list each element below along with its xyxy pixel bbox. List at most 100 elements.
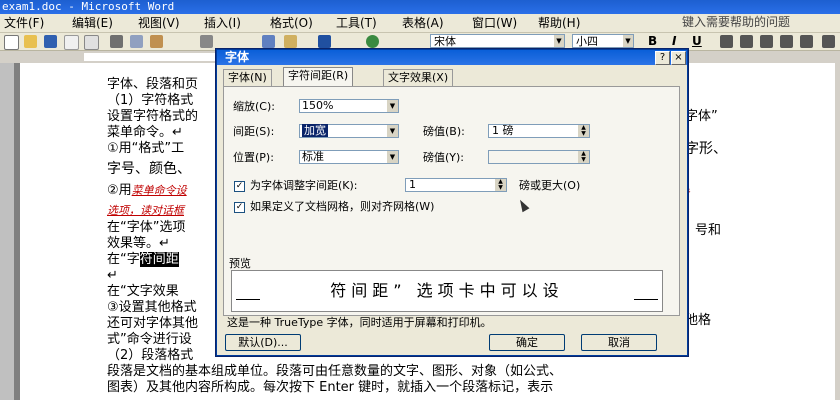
- menu-edit[interactable]: 编辑(E): [72, 14, 113, 32]
- spacing-by-spinner[interactable]: 1 磅 ▲ ▼: [488, 124, 590, 138]
- doc-line: 图表）及其他内容所构成。每次按下 Enter 键时，就插入一个段落标记，表示: [107, 380, 554, 395]
- doc-line: ①用“格式”工: [107, 141, 185, 156]
- email-icon[interactable]: [84, 35, 99, 50]
- menu-help[interactable]: 帮助(H): [538, 14, 580, 32]
- doc-line: 效果等。↵: [107, 236, 170, 251]
- copy-icon[interactable]: [262, 35, 275, 48]
- spelling-icon[interactable]: [150, 35, 163, 48]
- font-name-select[interactable]: 宋体 ▼: [430, 34, 565, 48]
- doc-line: （2）段落格式: [107, 348, 194, 363]
- red-annotation-text-2: 选项，读对话框: [107, 204, 184, 217]
- new-document-icon[interactable]: [4, 35, 19, 50]
- chevron-down-icon[interactable]: ▼: [387, 151, 398, 163]
- preview-label: 预览: [229, 257, 251, 270]
- justify-icon[interactable]: [780, 35, 793, 48]
- underline-button[interactable]: U: [692, 34, 702, 49]
- help-button[interactable]: ?: [655, 51, 670, 65]
- doc-line: 字体、段落和页: [107, 77, 199, 92]
- tab-font[interactable]: 字体(N): [223, 69, 272, 86]
- doc-line: 菜单命令。↵: [107, 125, 183, 140]
- cancel-button[interactable]: 取消: [581, 334, 657, 351]
- spacing-by-value: 1 磅: [492, 124, 514, 137]
- align-right-icon[interactable]: [760, 35, 773, 48]
- cut-icon[interactable]: [200, 35, 213, 48]
- doc-line: （1）字符格式: [107, 93, 194, 108]
- doc-right-text: 号和: [695, 223, 722, 238]
- menu-insert[interactable]: 插入(I): [204, 14, 241, 32]
- menu-view[interactable]: 视图(V): [138, 14, 180, 32]
- preview-text: 符间距” 选项卡中可以设: [330, 281, 564, 300]
- font-size-value: 小四: [576, 35, 598, 48]
- snap-to-grid-label: 如果定义了文档网格，则对齐网格(W): [250, 200, 435, 213]
- chevron-down-icon[interactable]: ▼: [387, 100, 398, 112]
- tab-character-spacing[interactable]: 字符间距(R): [283, 67, 354, 87]
- menu-tools[interactable]: 工具(T): [336, 14, 377, 32]
- spacing-select[interactable]: 加宽 ▼: [299, 124, 399, 138]
- scale-select[interactable]: 150% ▼: [299, 99, 399, 113]
- doc-line-prefix: ②用: [107, 183, 132, 198]
- chevron-down-icon[interactable]: ▼: [387, 125, 398, 137]
- kerning-checkbox[interactable]: ✓: [234, 181, 245, 192]
- kerning-spinner[interactable]: 1 ▲ ▼: [405, 178, 507, 192]
- align-left-icon[interactable]: [720, 35, 733, 48]
- selected-text[interactable]: 符间距: [139, 252, 179, 267]
- dialog-title-bar[interactable]: 字体 ? ×: [217, 50, 687, 65]
- scale-value: 150%: [302, 99, 334, 112]
- preview-right-rule: [634, 299, 658, 300]
- print-preview-icon[interactable]: [130, 35, 143, 48]
- font-size-select[interactable]: 小四 ▼: [572, 34, 634, 48]
- italic-button[interactable]: I: [672, 34, 676, 49]
- doc-right-text: 字形、: [685, 141, 727, 157]
- paste-icon[interactable]: [284, 35, 297, 48]
- spinner-arrows-icon[interactable]: ▲ ▼: [578, 125, 589, 137]
- doc-line: 在“字符间距: [107, 252, 179, 268]
- red-annotation-text: 菜单命令设: [131, 184, 187, 197]
- distribute-icon[interactable]: [800, 35, 813, 48]
- bold-button[interactable]: B: [648, 34, 657, 49]
- hyperlink-icon[interactable]: [366, 35, 379, 48]
- chevron-down-icon[interactable]: ▼: [554, 35, 564, 47]
- save-icon[interactable]: [44, 35, 57, 48]
- menu-file[interactable]: 文件(F): [4, 14, 44, 32]
- doc-line: 在“文字效果: [107, 284, 179, 299]
- doc-right-text: 他格: [685, 313, 712, 328]
- doc-line-prefix: 在“字: [107, 252, 140, 267]
- snap-to-grid-checkbox[interactable]: ✓: [234, 202, 245, 213]
- spinner-arrows-icon[interactable]: ▲ ▼: [578, 151, 589, 163]
- menu-window[interactable]: 窗口(W): [472, 14, 517, 32]
- menu-table[interactable]: 表格(A): [402, 14, 444, 32]
- close-button[interactable]: ×: [671, 51, 686, 65]
- open-folder-icon[interactable]: [24, 35, 37, 48]
- vertical-ruler: [0, 63, 14, 400]
- menu-format[interactable]: 格式(O): [270, 14, 313, 32]
- doc-line: 设置字符格式的: [107, 109, 199, 124]
- kerning-label: 为字体调整字间距(K):: [250, 179, 358, 192]
- print-icon[interactable]: [110, 35, 123, 48]
- ok-button[interactable]: 确定: [489, 334, 565, 351]
- doc-line: 在“字体”选项: [107, 220, 186, 235]
- menu-bar: 文件(F) 编辑(E) 视图(V) 插入(I) 格式(O) 工具(T) 表格(A…: [0, 14, 840, 33]
- align-center-icon[interactable]: [740, 35, 753, 48]
- spacing-by-label: 磅值(B):: [423, 125, 465, 138]
- window-title-bar: exam1.doc - Microsoft Word: [0, 0, 840, 14]
- line-spacing-icon[interactable]: [822, 35, 835, 48]
- dialog-title: 字体: [225, 50, 250, 64]
- help-search-input[interactable]: 键入需要帮助的问题: [682, 15, 838, 30]
- window-title: exam1.doc - Microsoft Word: [2, 0, 175, 13]
- tab-text-effects[interactable]: 文字效果(X): [383, 69, 454, 86]
- preview-box: 符间距” 选项卡中可以设: [231, 270, 663, 312]
- chevron-down-icon[interactable]: ▼: [623, 35, 633, 47]
- permission-icon[interactable]: [64, 35, 79, 50]
- spacing-value: 加宽: [302, 124, 328, 137]
- doc-line: 式”命令进行设: [107, 332, 192, 347]
- vertical-scrollbar[interactable]: [835, 63, 840, 400]
- spinner-arrows-icon[interactable]: ▲ ▼: [495, 179, 506, 191]
- position-value: 标准: [302, 150, 324, 163]
- truetype-note: 这是一种 TrueType 字体，同时适用于屏幕和打印机。: [227, 316, 492, 329]
- undo-icon[interactable]: [318, 35, 331, 48]
- doc-line: 还可对字体其他: [107, 316, 199, 331]
- default-button[interactable]: 默认(D)...: [225, 334, 301, 351]
- font-dialog: 字体 ? × 字体(N) 字符间距(R) 文字效果(X) 缩放(C): 150%…: [216, 49, 688, 356]
- position-select[interactable]: 标准 ▼: [299, 150, 399, 164]
- position-by-spinner[interactable]: ▲ ▼: [488, 150, 590, 164]
